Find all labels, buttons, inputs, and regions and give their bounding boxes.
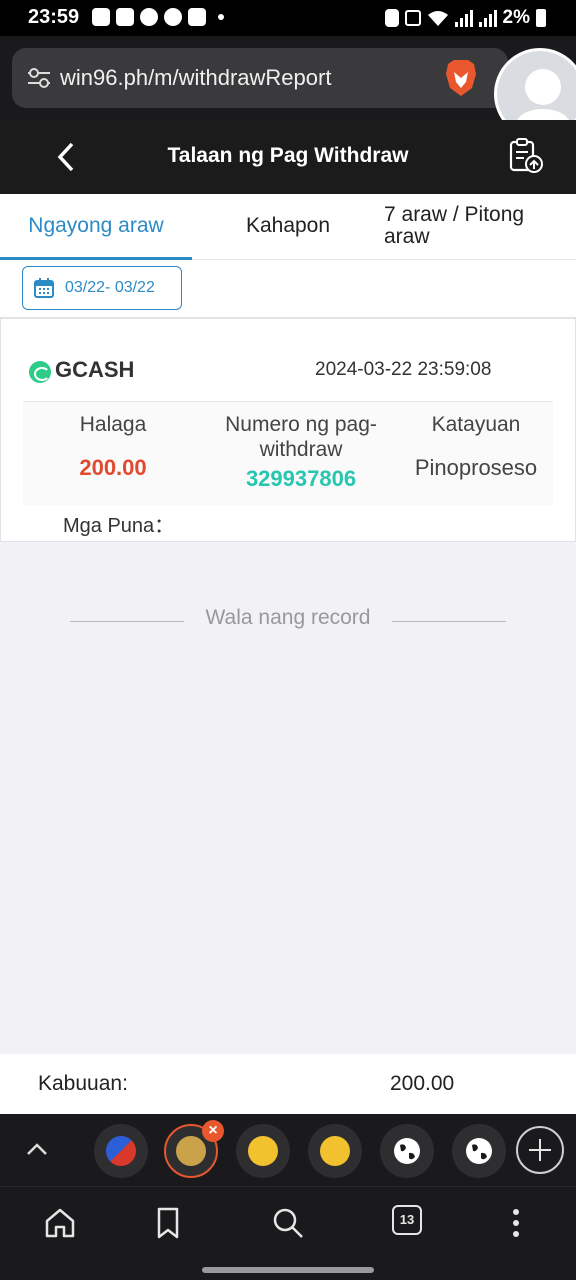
system-icons: 2% <box>384 7 546 29</box>
more-notifications-icon <box>218 14 224 20</box>
status-time: 23:59 <box>28 6 80 28</box>
browser-tab-strip: × <box>0 1114 576 1186</box>
browser-tab-6[interactable] <box>452 1124 506 1178</box>
pikachu-favicon-icon <box>320 1136 350 1166</box>
period-tabs: Ngayong araw Kahapon 7 araw / Pitong ara… <box>0 194 576 260</box>
signal-icon-2 <box>478 9 497 27</box>
tab-today[interactable]: Ngayong araw <box>0 194 192 260</box>
calendar-icon <box>34 278 54 298</box>
site-settings-icon[interactable] <box>26 66 52 90</box>
close-tab-icon[interactable]: × <box>202 1120 224 1142</box>
mute-icon <box>404 10 421 26</box>
tab-yesterday[interactable]: Kahapon <box>192 194 384 260</box>
tabs-count-button[interactable]: 13 <box>392 1205 422 1235</box>
withdraw-number-column: Numero ng pag-withdraw 329937806 <box>203 402 399 492</box>
alarm-icon <box>384 9 399 27</box>
site-favicon-icon <box>176 1136 206 1166</box>
payment-method: GCASH <box>55 357 135 382</box>
remarks-label: Mga Puna： <box>63 515 175 537</box>
chevron-up-icon[interactable] <box>24 1136 50 1162</box>
gcash-logo-icon <box>29 361 51 383</box>
no-more-records: Wala nang record <box>0 606 576 636</box>
clipboard-upload-icon[interactable] <box>506 136 546 176</box>
bookmark-icon[interactable] <box>150 1205 186 1241</box>
total-value: 200.00 <box>390 1072 455 1095</box>
shield-icon <box>188 8 206 26</box>
new-tab-button[interactable] <box>516 1126 564 1174</box>
browser-bottom-nav: 13 <box>0 1186 576 1280</box>
account-icon <box>164 8 182 26</box>
pikachu-favicon-icon <box>248 1136 278 1166</box>
withdraw-number-label: Numero ng pag-withdraw <box>225 413 377 461</box>
content-area: Ngayong araw Kahapon 7 araw / Pitong ara… <box>0 194 576 1114</box>
more-menu-icon[interactable] <box>498 1205 534 1241</box>
status-value: Pinoproseso <box>414 455 538 480</box>
site-favicon-icon <box>106 1136 136 1166</box>
browser-tab-active[interactable]: × <box>164 1120 224 1178</box>
globe-icon <box>394 1138 420 1164</box>
globe-icon <box>466 1138 492 1164</box>
gesture-handle[interactable] <box>202 1267 374 1273</box>
battery-icon <box>536 9 546 27</box>
date-range-picker[interactable]: 03/22- 03/22 <box>22 266 182 310</box>
browser-toolbar: win96.ph/m/withdrawReport <box>0 36 576 120</box>
no-more-text: Wala nang record <box>205 606 371 629</box>
battery-percent: 2% <box>502 7 530 28</box>
total-label: Kabuuan: <box>38 1072 128 1095</box>
telegram-icon <box>140 8 158 26</box>
amount-value: 200.00 <box>79 455 147 480</box>
record-details: Halaga 200.00 Numero ng pag-withdraw 329… <box>23 401 553 505</box>
notification-icons <box>92 8 224 26</box>
withdraw-number-value: 329937806 <box>245 466 357 491</box>
message-icon <box>92 8 110 26</box>
url-text[interactable]: win96.ph/m/withdrawReport <box>60 65 331 91</box>
status-column: Katayuan Pinoproseso <box>399 402 553 481</box>
date-filter-row: 03/22- 03/22 <box>0 260 576 318</box>
total-bar: Kabuuan: 200.00 <box>0 1054 576 1114</box>
app-header: Talaan ng Pag Withdraw <box>0 120 576 194</box>
signal-icon <box>454 9 473 27</box>
facebook-icon <box>116 8 134 26</box>
search-icon[interactable] <box>270 1205 306 1241</box>
amount-label: Halaga <box>79 413 147 436</box>
url-bar[interactable]: win96.ph/m/withdrawReport <box>12 48 508 108</box>
page-title: Talaan ng Pag Withdraw <box>167 144 409 167</box>
record-timestamp: 2024-03-22 23:59:08 <box>315 359 492 380</box>
status-bar: 23:59 2% <box>0 0 576 36</box>
browser-tab-3[interactable] <box>236 1124 290 1178</box>
brave-shields-icon[interactable] <box>444 58 478 98</box>
browser-tab-5[interactable] <box>380 1124 434 1178</box>
wifi-icon <box>427 11 448 26</box>
home-icon[interactable] <box>42 1205 78 1241</box>
browser-tab-1[interactable] <box>94 1124 148 1178</box>
date-range-text: 03/22- 03/22 <box>65 279 155 296</box>
amount-column: Halaga 200.00 <box>23 402 203 481</box>
tab-seven-days[interactable]: 7 araw / Pitong araw <box>384 194 564 260</box>
status-label: Katayuan <box>431 413 521 436</box>
browser-tab-4[interactable] <box>308 1124 362 1178</box>
divider-right <box>392 621 506 622</box>
withdraw-record-card: GCASH 2024-03-22 23:59:08 Halaga 200.00 … <box>0 318 576 542</box>
